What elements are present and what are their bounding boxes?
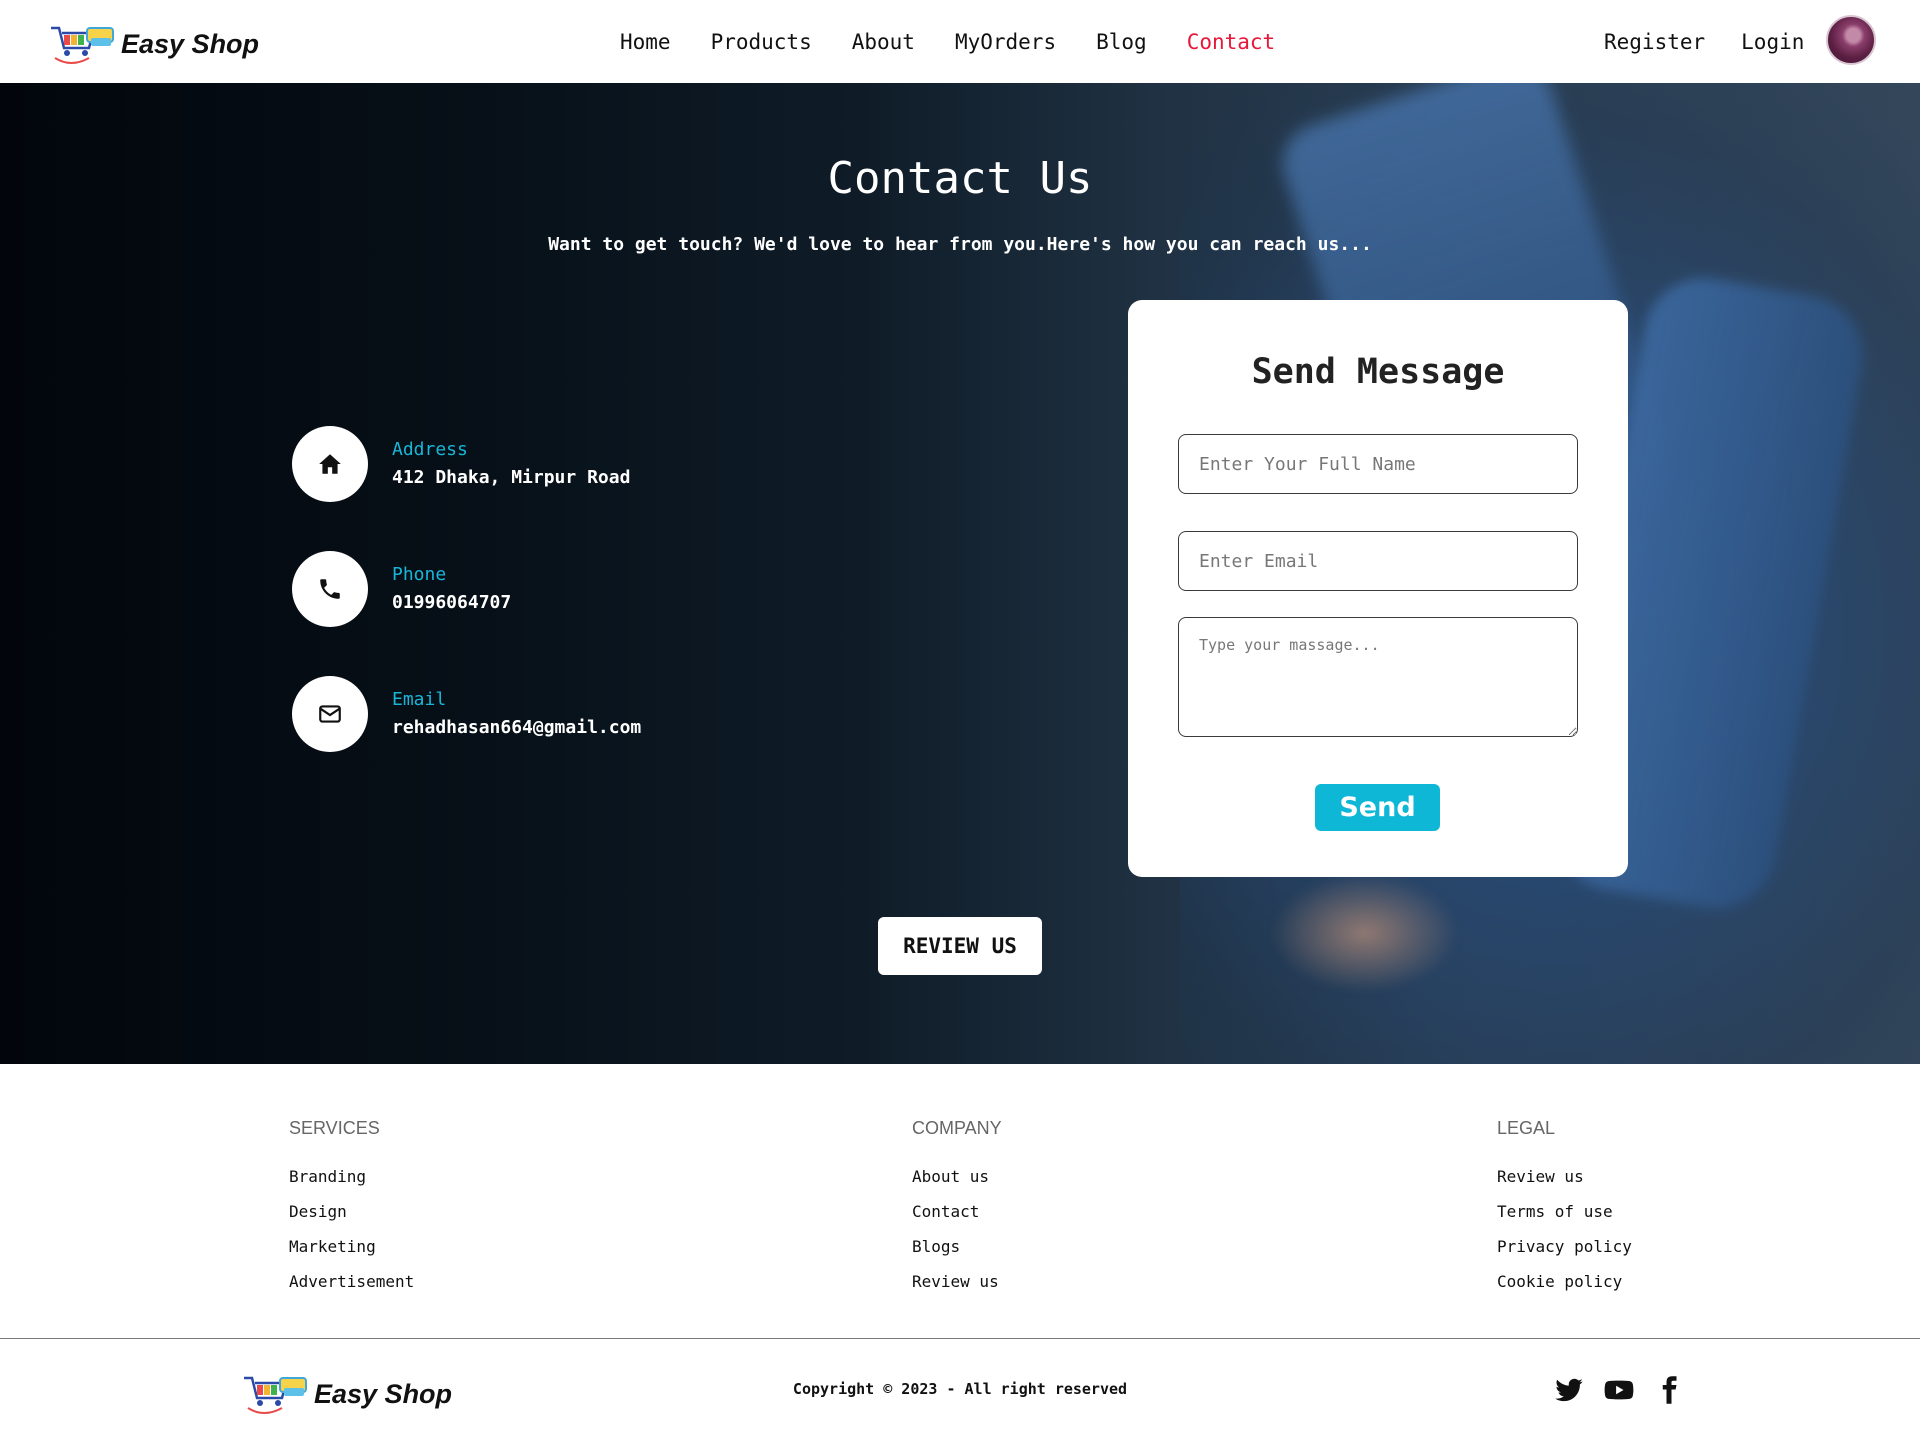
footer-company: COMPANY About us Contact Blogs Review us xyxy=(912,1113,1002,1299)
twitter-icon[interactable] xyxy=(1554,1375,1584,1405)
home-icon xyxy=(292,426,368,502)
footer-heading-legal: LEGAL xyxy=(1497,1118,1556,1138)
page-title: Contact Us xyxy=(827,153,1093,204)
footer-link-marketing[interactable]: Marketing xyxy=(289,1229,414,1264)
nav-products[interactable]: Products xyxy=(711,24,812,60)
main-nav: Home Products About MyOrders Blog Contac… xyxy=(620,24,1315,60)
review-us-button[interactable]: REVIEW US xyxy=(878,917,1042,975)
auth-links: Register Login xyxy=(1604,24,1840,60)
footer-link-advertisement[interactable]: Advertisement xyxy=(289,1264,414,1299)
footer-link-terms[interactable]: Terms of use xyxy=(1497,1194,1632,1229)
user-avatar[interactable] xyxy=(1826,15,1876,65)
mail-icon xyxy=(292,676,368,752)
phone-label: Phone xyxy=(392,564,447,585)
nav-home[interactable]: Home xyxy=(620,24,671,60)
footer-link-privacy[interactable]: Privacy policy xyxy=(1497,1229,1632,1264)
footer-heading-services: SERVICES xyxy=(289,1118,380,1138)
footer-link-branding[interactable]: Branding xyxy=(289,1159,414,1194)
footer-link-legal-review-us[interactable]: Review us xyxy=(1497,1159,1632,1194)
send-button[interactable]: Send xyxy=(1315,784,1440,831)
nav-blog[interactable]: Blog xyxy=(1096,24,1147,60)
address-value: 412 Dhaka, Mirpur Road xyxy=(392,467,631,488)
nav-about[interactable]: About xyxy=(852,24,915,60)
email-value: rehadhasan664@gmail.com xyxy=(392,717,642,738)
footer-services: SERVICES Branding Design Marketing Adver… xyxy=(289,1113,414,1299)
send-message-form: Send Message Send xyxy=(1128,300,1628,877)
footer-link-design[interactable]: Design xyxy=(289,1194,414,1229)
nav-myorders[interactable]: MyOrders xyxy=(955,24,1056,60)
contact-phone: Phone 01996064707 xyxy=(292,551,511,627)
phone-value: 01996064707 xyxy=(392,592,512,613)
address-label: Address xyxy=(392,439,468,460)
footer-legal: LEGAL Review us Terms of use Privacy pol… xyxy=(1497,1113,1632,1299)
email-input[interactable] xyxy=(1178,531,1578,591)
footer-link-about-us[interactable]: About us xyxy=(912,1159,1002,1194)
page-subtitle: Want to get touch? We'd love to hear fro… xyxy=(548,234,1372,255)
footer-divider xyxy=(0,1338,1920,1339)
contact-address: Address 412 Dhaka, Mirpur Road xyxy=(292,426,630,502)
footer-link-blogs[interactable]: Blogs xyxy=(912,1229,1002,1264)
phone-icon xyxy=(292,551,368,627)
brand-name: Easy Shop xyxy=(121,28,260,59)
footer-link-cookie[interactable]: Cookie policy xyxy=(1497,1264,1632,1299)
footer-link-review-us[interactable]: Review us xyxy=(912,1264,1002,1299)
form-title: Send Message xyxy=(1251,352,1505,392)
register-link[interactable]: Register xyxy=(1604,24,1705,60)
login-link[interactable]: Login xyxy=(1741,24,1804,60)
nav-contact[interactable]: Contact xyxy=(1187,24,1276,60)
contact-hero: Contact Us Want to get touch? We'd love … xyxy=(0,83,1920,1064)
navbar: Easy Shop Home Products About MyOrders B… xyxy=(0,0,1920,83)
background-hand xyxy=(1270,873,1460,993)
social-links xyxy=(1554,1375,1684,1405)
brand[interactable]: Easy Shop xyxy=(49,22,259,66)
youtube-icon[interactable] xyxy=(1604,1375,1634,1405)
footer-link-contact[interactable]: Contact xyxy=(912,1194,1002,1229)
facebook-icon[interactable] xyxy=(1654,1375,1684,1405)
footer-heading-company: COMPANY xyxy=(912,1118,1002,1138)
shopping-cart-logo-icon xyxy=(51,26,114,64)
message-textarea[interactable] xyxy=(1178,617,1578,737)
full-name-input[interactable] xyxy=(1178,434,1578,494)
email-label: Email xyxy=(392,689,447,710)
contact-email: Email rehadhasan664@gmail.com xyxy=(292,676,641,752)
